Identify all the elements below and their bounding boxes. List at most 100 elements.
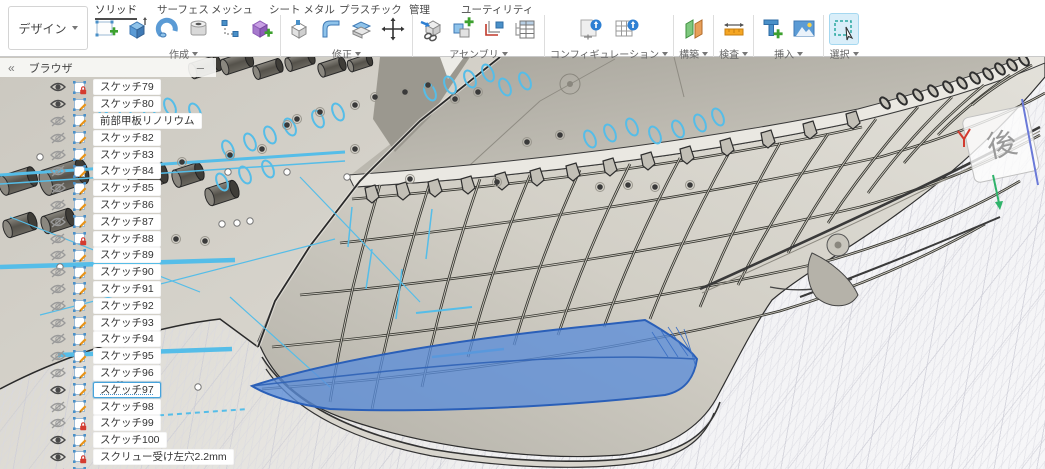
browser-item-11[interactable]: スケッチ89	[0, 247, 216, 264]
create-sketch-button[interactable]	[92, 14, 120, 44]
visibility-eye-off-icon[interactable]	[50, 232, 67, 245]
browser-item-label[interactable]: スケッチ92	[93, 298, 161, 314]
browser-item-18[interactable]: スケッチ96	[0, 365, 216, 382]
visibility-eye-off-icon[interactable]	[50, 333, 67, 346]
browser-item-label[interactable]: スケッチ82	[93, 130, 161, 146]
visibility-eye-off-icon[interactable]	[50, 131, 67, 144]
browser-item-label[interactable]: スケッチ96	[93, 365, 161, 381]
configuration-table-button[interactable]	[611, 14, 644, 44]
bom-table-button[interactable]	[511, 14, 539, 44]
visibility-eye-off-icon[interactable]	[50, 165, 67, 178]
browser-item-label[interactable]: スケッチ84	[93, 163, 161, 179]
create-menu-button[interactable]: 作成	[169, 46, 198, 61]
inspect-menu-button[interactable]: 検査	[719, 46, 748, 61]
browser-item-23[interactable]: スクリュー受け左穴2.2mm	[0, 449, 216, 466]
visibility-eye-off-icon[interactable]	[50, 148, 67, 161]
visibility-eye-icon[interactable]	[50, 98, 67, 111]
insert-canvas-button[interactable]	[790, 14, 818, 44]
visibility-eye-off-icon[interactable]	[50, 400, 67, 413]
measure-button[interactable]	[720, 14, 748, 44]
collapse-panel-icon[interactable]: «	[8, 61, 15, 75]
visibility-eye-off-icon[interactable]	[50, 249, 67, 262]
visibility-eye-icon[interactable]	[50, 434, 67, 447]
browser-item-label[interactable]: スクリュー受け左穴2.2mm	[93, 449, 234, 465]
fillet-button[interactable]	[317, 14, 345, 44]
browser-item-label[interactable]: スケッチ90	[93, 264, 161, 280]
insert-decal-button[interactable]	[759, 14, 787, 44]
browser-item-12[interactable]: スケッチ90	[0, 264, 216, 281]
visibility-eye-off-icon[interactable]	[50, 350, 67, 363]
browser-item-22[interactable]: スケッチ100	[0, 432, 216, 449]
browser-item-label[interactable]: スケッチ83	[93, 147, 161, 163]
create-form-button[interactable]	[247, 14, 275, 44]
visibility-eye-icon[interactable]	[50, 450, 67, 463]
insert-derive-button[interactable]	[418, 14, 446, 44]
visibility-eye-icon[interactable]	[50, 383, 67, 396]
visibility-eye-off-icon[interactable]	[50, 417, 67, 430]
browser-item-label[interactable]: スケッチ98	[93, 399, 161, 415]
browser-item-1[interactable]: スケッチ79	[0, 79, 216, 96]
browser-item-label[interactable]: スケッチ80	[93, 96, 161, 112]
visibility-eye-off-icon[interactable]	[50, 266, 67, 279]
browser-item-17[interactable]: スケッチ95	[0, 348, 216, 365]
browser-item-6[interactable]: スケッチ84	[0, 163, 216, 180]
browser-item-partial[interactable]	[0, 465, 216, 469]
visibility-eye-icon[interactable]	[50, 81, 67, 94]
browser-item-label[interactable]: スケッチ95	[93, 348, 161, 364]
modify-menu-button[interactable]: 修正	[332, 46, 361, 61]
browser-item-label[interactable]: スケッチ100	[93, 432, 167, 448]
browser-item-label[interactable]: スケッチ94	[93, 331, 161, 347]
browser-item-label[interactable]: スケッチ79	[93, 79, 161, 95]
configure-button[interactable]	[575, 14, 608, 44]
select-menu-button[interactable]: 選択	[830, 46, 859, 61]
assemble-menu-button[interactable]: アセンブリ	[449, 46, 508, 61]
insert-menu-button[interactable]: 挿入	[774, 46, 803, 61]
browser-item-3[interactable]: 前部甲板リノリウム	[0, 113, 216, 130]
browser-item-4[interactable]: スケッチ82	[0, 129, 216, 146]
browser-item-13[interactable]: スケッチ91	[0, 281, 216, 298]
browser-item-8[interactable]: スケッチ86	[0, 197, 216, 214]
browser-item-21[interactable]: スケッチ99	[0, 415, 216, 432]
browser-item-label[interactable]: スケッチ99	[93, 415, 161, 431]
visibility-eye-off-icon[interactable]	[50, 114, 67, 127]
browser-item-label[interactable]: スケッチ86	[93, 197, 161, 213]
browser-item-5[interactable]: スケッチ83	[0, 146, 216, 163]
visibility-eye-off-icon[interactable]	[50, 316, 67, 329]
visibility-eye-off-icon[interactable]	[50, 366, 67, 379]
visibility-eye-off-icon[interactable]	[50, 182, 67, 195]
browser-item-20[interactable]: スケッチ98	[0, 398, 216, 415]
hole-button[interactable]	[185, 14, 213, 44]
visibility-eye-off-icon[interactable]	[50, 215, 67, 228]
joint-button[interactable]	[480, 14, 508, 44]
browser-item-16[interactable]: スケッチ94	[0, 331, 216, 348]
construct-menu-button[interactable]: 構築	[679, 46, 708, 61]
browser-item-15[interactable]: スケッチ93	[0, 314, 216, 331]
browser-item-label[interactable]: スケッチ97	[93, 382, 161, 398]
browser-item-label[interactable]: スケッチ93	[93, 315, 161, 331]
browser-item-10[interactable]: スケッチ88	[0, 230, 216, 247]
browser-item-label[interactable]: スケッチ85	[93, 180, 161, 196]
browser-item-label[interactable]: スケッチ89	[93, 247, 161, 263]
select-tool-button[interactable]	[829, 13, 859, 45]
shell-button[interactable]	[348, 14, 376, 44]
visibility-eye-off-icon[interactable]	[50, 299, 67, 312]
move-button[interactable]	[379, 14, 407, 44]
browser-item-9[interactable]: スケッチ87	[0, 213, 216, 230]
browser-item-label[interactable]: スケッチ88	[93, 231, 161, 247]
visibility-eye-off-icon[interactable]	[50, 198, 67, 211]
browser-item-14[interactable]: スケッチ92	[0, 297, 216, 314]
construct-plane-button[interactable]	[680, 14, 708, 44]
browser-item-19[interactable]: スケッチ97	[0, 381, 216, 398]
browser-item-label[interactable]: スケッチ87	[93, 214, 161, 230]
browser-item-2[interactable]: スケッチ80	[0, 96, 216, 113]
new-component-button[interactable]	[449, 14, 477, 44]
browser-item-7[interactable]: スケッチ85	[0, 180, 216, 197]
extrude-button[interactable]	[123, 14, 151, 44]
browser-item-label[interactable]: スケッチ91	[93, 281, 161, 297]
visibility-eye-off-icon[interactable]	[50, 282, 67, 295]
press-pull-button[interactable]	[286, 14, 314, 44]
minimize-panel-icon[interactable]: –	[197, 60, 204, 75]
pipe-button[interactable]	[216, 14, 244, 44]
browser-item-label[interactable]: 前部甲板リノリウム	[93, 113, 202, 129]
configuration-menu-button[interactable]: コンフィギュレーション	[550, 46, 668, 61]
